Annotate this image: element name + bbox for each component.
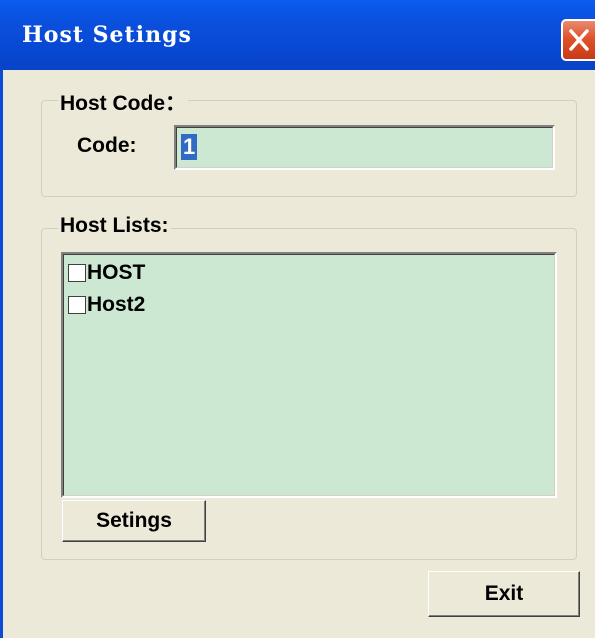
host-checkbox[interactable] (68, 264, 86, 282)
host-code-group-label: Host Code： (58, 87, 188, 117)
host-lists-group-label: Host Lists: (58, 214, 171, 238)
settings-button[interactable]: Setings (62, 500, 206, 542)
code-value: 1 (181, 134, 198, 160)
host-item-label: HOST (87, 261, 146, 284)
close-button[interactable] (561, 19, 595, 61)
code-input[interactable]: 1 (174, 125, 555, 170)
window-border (0, 0, 3, 638)
list-item[interactable]: HOST (68, 260, 145, 286)
host2-item-label: Host2 (87, 293, 146, 316)
exit-button[interactable]: Exit (428, 571, 580, 617)
host-settings-window: Host Setings Host Code： Code: 1 Host Lis… (0, 0, 595, 638)
close-x-icon (569, 29, 589, 51)
host-list[interactable]: HOST Host2 (61, 252, 557, 498)
list-item[interactable]: Host2 (68, 292, 145, 318)
code-label: Code: (77, 134, 137, 157)
host2-checkbox[interactable] (68, 296, 86, 314)
title-bar[interactable]: Host Setings (0, 0, 595, 70)
window-title: Host Setings (22, 22, 192, 48)
